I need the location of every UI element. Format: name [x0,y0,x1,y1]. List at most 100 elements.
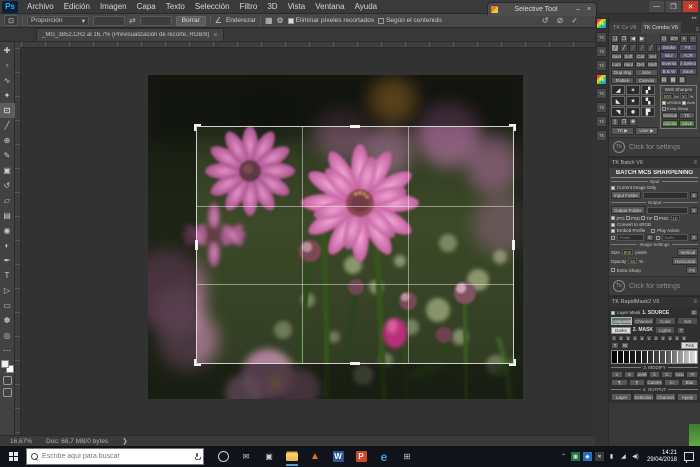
input-folder-button[interactable]: Input Folder [611,191,641,199]
tray-app-dark[interactable]: ✕ [595,452,604,461]
zoom-in-icon[interactable]: + [680,35,688,43]
selective-tool-minimize[interactable]: – [574,6,582,13]
clear-source-button[interactable]: X [690,309,698,316]
layer-mask-label[interactable]: Layer Mask [617,310,640,315]
horizontal-sharpen-button[interactable]: Horizontal [662,120,678,127]
straighten-label[interactable]: Enderezar [226,17,256,24]
help-button[interactable]: ? [677,327,685,334]
tk-panel-icon[interactable]: Tk [596,60,607,71]
taskbar-mail[interactable]: ✉ [239,447,253,466]
checkbox-icon[interactable] [611,268,615,272]
combo-view-icon[interactable]: ▤ [660,76,668,84]
clear-button[interactable]: Borrar [176,16,206,26]
combo-nav-icon[interactable]: ❏ [611,35,619,43]
mask-preset-tile[interactable]: ▚ [641,96,655,106]
combo-utility-icon[interactable]: ✚ [629,118,637,126]
color-swatches[interactable] [1,360,14,373]
search-input[interactable] [42,453,191,460]
zone-button[interactable]: 5 [674,335,680,341]
suffix-field[interactable]: Suffix [662,234,689,241]
tray-network[interactable]: ◢ [619,452,628,461]
marquee-tool[interactable]: ▫ [0,58,15,73]
quick-selection-tool[interactable]: ✦ [0,88,15,103]
source-button[interactable]: Composite [611,317,632,325]
format-checkbox[interactable]: TIF [641,216,653,221]
tab-tk-batch[interactable]: TK Batch V6 ≡ [609,157,700,168]
combo-view-icon[interactable]: ▥ [678,76,686,84]
quick-mask-button[interactable] [3,376,12,385]
taskbar-clock[interactable]: 14:21 29/04/2018 [647,450,677,464]
taskbar-cortana[interactable] [216,447,230,466]
combo-button[interactable]: Size [635,69,658,76]
mask-preset-tile[interactable]: ◣ [611,96,625,106]
restore-button[interactable]: ❐ [666,1,681,12]
cancel-crop-icon[interactable]: ⊘ [557,16,564,26]
delete-cropped-checkbox[interactable]: Eliminar píxeles recortados [288,17,374,24]
mask-preset-tile[interactable]: ✹ [626,107,640,117]
document-tab[interactable]: _MG_3852.CR2 al 16,7% (Previsualización … [36,28,224,41]
mask-output-button[interactable]: Selection [633,393,654,401]
combo-button[interactable]: Canvas [635,77,658,84]
menu-item[interactable]: Ayuda [350,0,383,14]
source-button[interactable]: Sat [677,317,698,325]
mask-preset-tile[interactable]: ▛ [641,107,655,117]
tk-panel-icon[interactable]: Tk [596,88,607,99]
reset-crop-icon[interactable]: ↺ [542,16,549,26]
tk-sharpen-button[interactable]: TK [679,112,695,119]
clear-suffix-button[interactable]: X [690,234,698,241]
batch-size-value[interactable]: 800 [622,249,634,255]
menu-item[interactable]: Selección [190,0,235,14]
content-aware-checkbox[interactable]: Según el contenido [378,17,442,24]
white-button[interactable]: W [621,342,629,349]
tray-app-blue[interactable]: ◆ [583,452,592,461]
combo-utility-icon[interactable]: ❐ [620,118,628,126]
taskbar-powerpoint[interactable] [354,447,368,466]
zoom-level[interactable]: 16,67% [10,438,32,445]
input-folder-field[interactable] [643,192,688,199]
lasso-tool[interactable]: ∿ [0,73,15,88]
shape-tool[interactable]: ▭ [0,298,15,313]
zone-button[interactable]: 3 [660,335,666,341]
combo-nav-icon[interactable]: ◀ [629,35,637,43]
crop-ratio-select[interactable]: Proporción ▾ [27,16,89,26]
tk-panel-icon[interactable]: Tk [596,116,607,127]
path-selection-tool[interactable]: ▷ [0,283,15,298]
combo-button[interactable]: Sel [647,53,658,60]
tab-tk-combo[interactable]: TK Combo V6 [641,22,682,33]
clone-stamp-tool[interactable]: ▣ [0,163,15,178]
tab-tk-cx[interactable]: TK Cx V6 [610,22,640,33]
combo-button[interactable]: Flatten [611,77,634,84]
jpg-quality-value[interactable]: 10 [671,215,680,221]
edit-toolbar-button[interactable]: ⋯ [0,343,15,358]
convert-srgb-checkbox[interactable]: Convert to sRGB [611,222,698,227]
paint-tool-icon[interactable]: ╱ [647,44,655,52]
batch-fx-button[interactable]: FX [686,266,698,274]
crop-tool-icon[interactable]: ⊡ [4,15,18,26]
modify-button[interactable]: Focus [674,371,686,378]
tray-volume[interactable]: ◀) [631,452,640,461]
modify-button[interactable]: Levels [636,371,648,378]
checkbox-icon[interactable] [662,101,666,105]
crop-height-input[interactable] [140,16,172,26]
crop-tool[interactable]: ⊡ [0,103,15,118]
extra-sharp-label[interactable]: Extra Sharp [617,268,641,273]
source-button[interactable]: Color [655,317,676,325]
modify-button[interactable]: Blur [681,379,698,386]
threshold-button[interactable]: T [611,342,619,349]
crop-selection[interactable] [197,127,513,363]
combo-nav-icon[interactable]: ▶ [638,35,646,43]
menu-item[interactable]: Texto [161,0,190,14]
play-action-label[interactable]: Play Action [657,228,679,233]
zone-button[interactable]: 1 [646,335,652,341]
crop-handle-right[interactable] [512,240,515,250]
checkbox-icon[interactable] [611,229,615,233]
zoom-100-button[interactable]: 100% [669,35,679,42]
source-button[interactable]: Channel [633,317,654,325]
modify-button[interactable]: λ○ [664,379,681,386]
checkbox-icon[interactable] [682,101,686,105]
crop-handle-bottom-right[interactable] [509,359,516,366]
menu-item[interactable]: Ventana [310,0,349,14]
foreground-color[interactable] [1,360,9,368]
combo-button[interactable]: Det [635,61,646,68]
blur-tool[interactable]: ◉ [0,223,15,238]
